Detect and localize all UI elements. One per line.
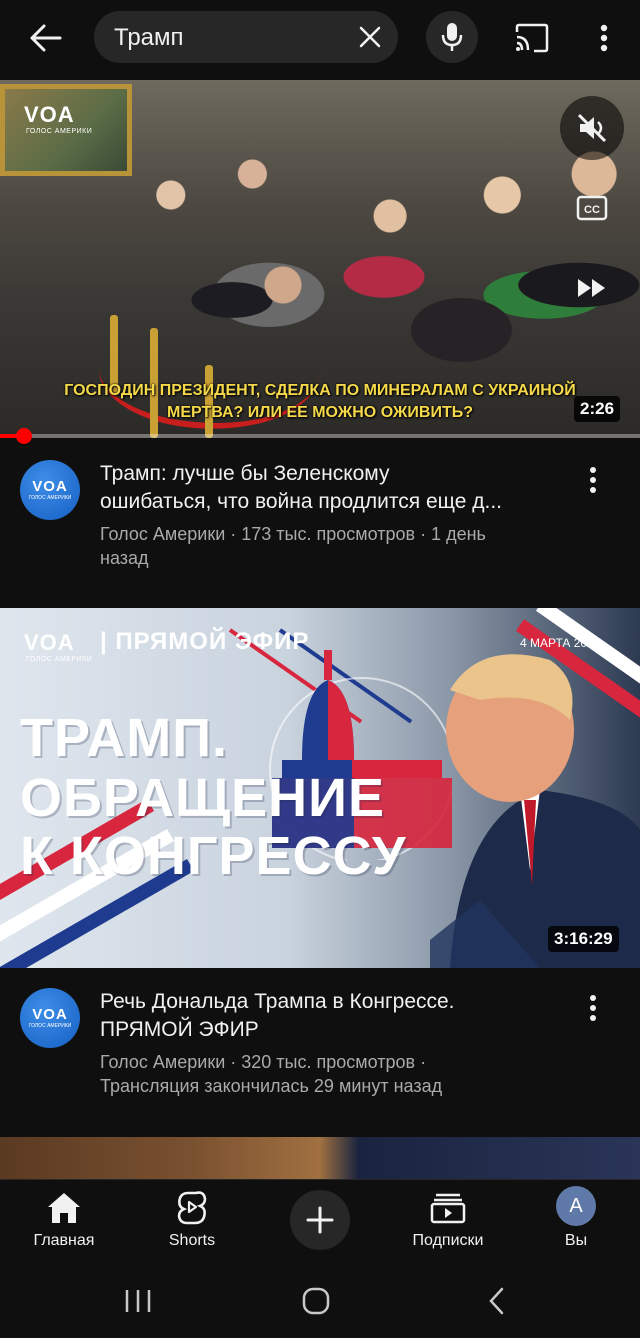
video-meta-1: VOA ГОЛОС АМЕРИКИ Трамп: лучше бы Зеленс… [0, 438, 640, 608]
recent-apps-icon [125, 1290, 151, 1312]
search-query-text: Трамп [114, 24, 184, 51]
more-vert-icon [600, 24, 608, 52]
video-title[interactable]: Речь Дональда Трампа в Конгрессе. ПРЯМОЙ… [100, 988, 560, 1044]
video-title-line-1: Речь Дональда Трампа в Конгрессе. [100, 990, 455, 1013]
video-meta-2: VOA ГОЛОС АМЕРИКИ Речь Дональда Трампа в… [0, 968, 640, 1137]
subscriptions-icon-wrap [428, 1190, 468, 1226]
nav-subscriptions[interactable]: Подписки [384, 1180, 512, 1264]
video-title-line-2: ошибаться, что война продлится еще д... [100, 490, 502, 513]
nav-home[interactable]: Главная [0, 1180, 128, 1264]
subtitle-line-1: ГОСПОДИН ПРЕЗИДЕНТ, СДЕЛКА ПО МИНЕРАЛАМ … [64, 382, 576, 399]
subtitle-line-2: МЕРТВА? ИЛИ ЕЕ МОЖНО ОЖИВИТЬ? [167, 404, 473, 421]
chevron-left-icon [489, 1287, 504, 1315]
back-system-button[interactable] [466, 1281, 526, 1321]
home-icon-wrap [44, 1190, 84, 1226]
video-metadata-line-2: назад [100, 548, 149, 568]
close-icon [359, 26, 381, 48]
fast-forward-icon [578, 279, 605, 297]
user-avatar[interactable]: A [556, 1186, 596, 1226]
svg-text:CC: CC [584, 204, 600, 216]
voice-search-button[interactable] [426, 11, 478, 63]
more-options-button[interactable] [584, 18, 624, 58]
system-navigation-bar [0, 1263, 640, 1338]
recent-apps-button[interactable] [108, 1281, 168, 1321]
shorts-icon [177, 1191, 207, 1225]
cast-icon [515, 23, 549, 53]
subscriptions-icon [430, 1193, 466, 1224]
nav-label-shorts: Shorts [168, 1232, 216, 1249]
top-bar: Трамп [0, 0, 640, 80]
duration-badge: 3:16:29 [548, 926, 619, 952]
captions-icon: CC [576, 195, 608, 221]
avatar-logo-sub: ГОЛОС АМЕРИКИ [28, 1022, 72, 1029]
video-metadata-line-2: Трансляция закончилась 29 минут назад [100, 1076, 443, 1096]
create-button[interactable] [290, 1190, 350, 1250]
video-metadata: Голос Америки · 320 тыс. просмотров · Тр… [100, 1050, 560, 1098]
duration-badge: 2:26 [574, 396, 621, 422]
video-menu-button[interactable] [578, 988, 608, 1028]
nav-shorts[interactable]: Shorts [128, 1180, 256, 1264]
mute-button[interactable] [560, 96, 624, 160]
avatar-logo: VOA [32, 1005, 68, 1023]
video-metadata: Голос Америки · 173 тыс. просмотров · 1 … [100, 522, 560, 570]
voa-logo: VOA [24, 102, 75, 127]
video-subtitle: ГОСПОДИН ПРЕЗИДЕНТ, СДЕЛКА ПО МИНЕРАЛАМ … [30, 380, 610, 424]
cast-button[interactable] [510, 18, 554, 58]
presenter-photo [430, 654, 640, 968]
avatar-logo-sub: ГОЛОС АМЕРИКИ [28, 494, 72, 501]
video-title-line-1: Трамп: лучше бы Зеленскому [100, 462, 390, 485]
home-circle-icon [302, 1287, 330, 1315]
clear-search-button[interactable] [356, 23, 384, 51]
broadcast-date: 4 МАРТА 2025 [520, 636, 601, 650]
channel-avatar[interactable]: VOA ГОЛОС АМЕРИКИ [20, 988, 80, 1048]
search-input[interactable]: Трамп [94, 11, 398, 63]
video-menu-button[interactable] [578, 460, 608, 500]
nav-label-subscriptions: Подписки [412, 1232, 484, 1249]
home-icon [48, 1193, 80, 1223]
fast-forward-button[interactable] [570, 268, 614, 308]
mic-icon [441, 23, 463, 51]
back-arrow-icon [30, 24, 62, 52]
video-thumbnail-3[interactable] [0, 1137, 640, 1179]
nav-label-you: Вы [564, 1232, 588, 1249]
captions-button[interactable]: CC [570, 188, 614, 228]
thumbnail-headline-line-2: ОБРАЩЕНИЕ [20, 768, 385, 828]
thumbnail-headline-line-1: ТРАМП. [20, 708, 229, 768]
channel-avatar[interactable]: VOA ГОЛОС АМЕРИКИ [20, 460, 80, 520]
thumbnail-headline-line-3: К КОНГРЕССУ [20, 826, 407, 886]
video-metadata-line-1: Голос Америки · 320 тыс. просмотров · [100, 1052, 427, 1072]
live-label: | ПРЯМОЙ ЭФИР [100, 628, 310, 655]
more-vert-icon [590, 995, 596, 1021]
voa-logo-sub: ГОЛОС АМЕРИКИ [26, 656, 93, 663]
shorts-icon-wrap [172, 1190, 212, 1226]
nav-label-home: Главная [33, 1232, 95, 1249]
avatar-logo: VOA [32, 477, 68, 495]
voa-logo-sub: ГОЛОС АМЕРИКИ [26, 128, 93, 135]
add-icon [306, 1206, 334, 1234]
more-vert-icon [590, 467, 596, 493]
video-title-line-2: ПРЯМОЙ ЭФИР [100, 1018, 259, 1041]
video-title[interactable]: Трамп: лучше бы Зеленскому ошибаться, чт… [100, 460, 560, 516]
video-metadata-line-1: Голос Америки · 173 тыс. просмотров · 1 … [100, 524, 486, 544]
mute-icon [577, 113, 607, 143]
home-system-button[interactable] [286, 1281, 346, 1321]
back-button[interactable] [22, 16, 70, 60]
voa-logo: VOA [24, 630, 75, 655]
video-thumbnail-1[interactable]: VOA ГОЛОС АМЕРИКИ CC ГОСПОДИН ПРЕЗИДЕНТ,… [0, 80, 640, 438]
